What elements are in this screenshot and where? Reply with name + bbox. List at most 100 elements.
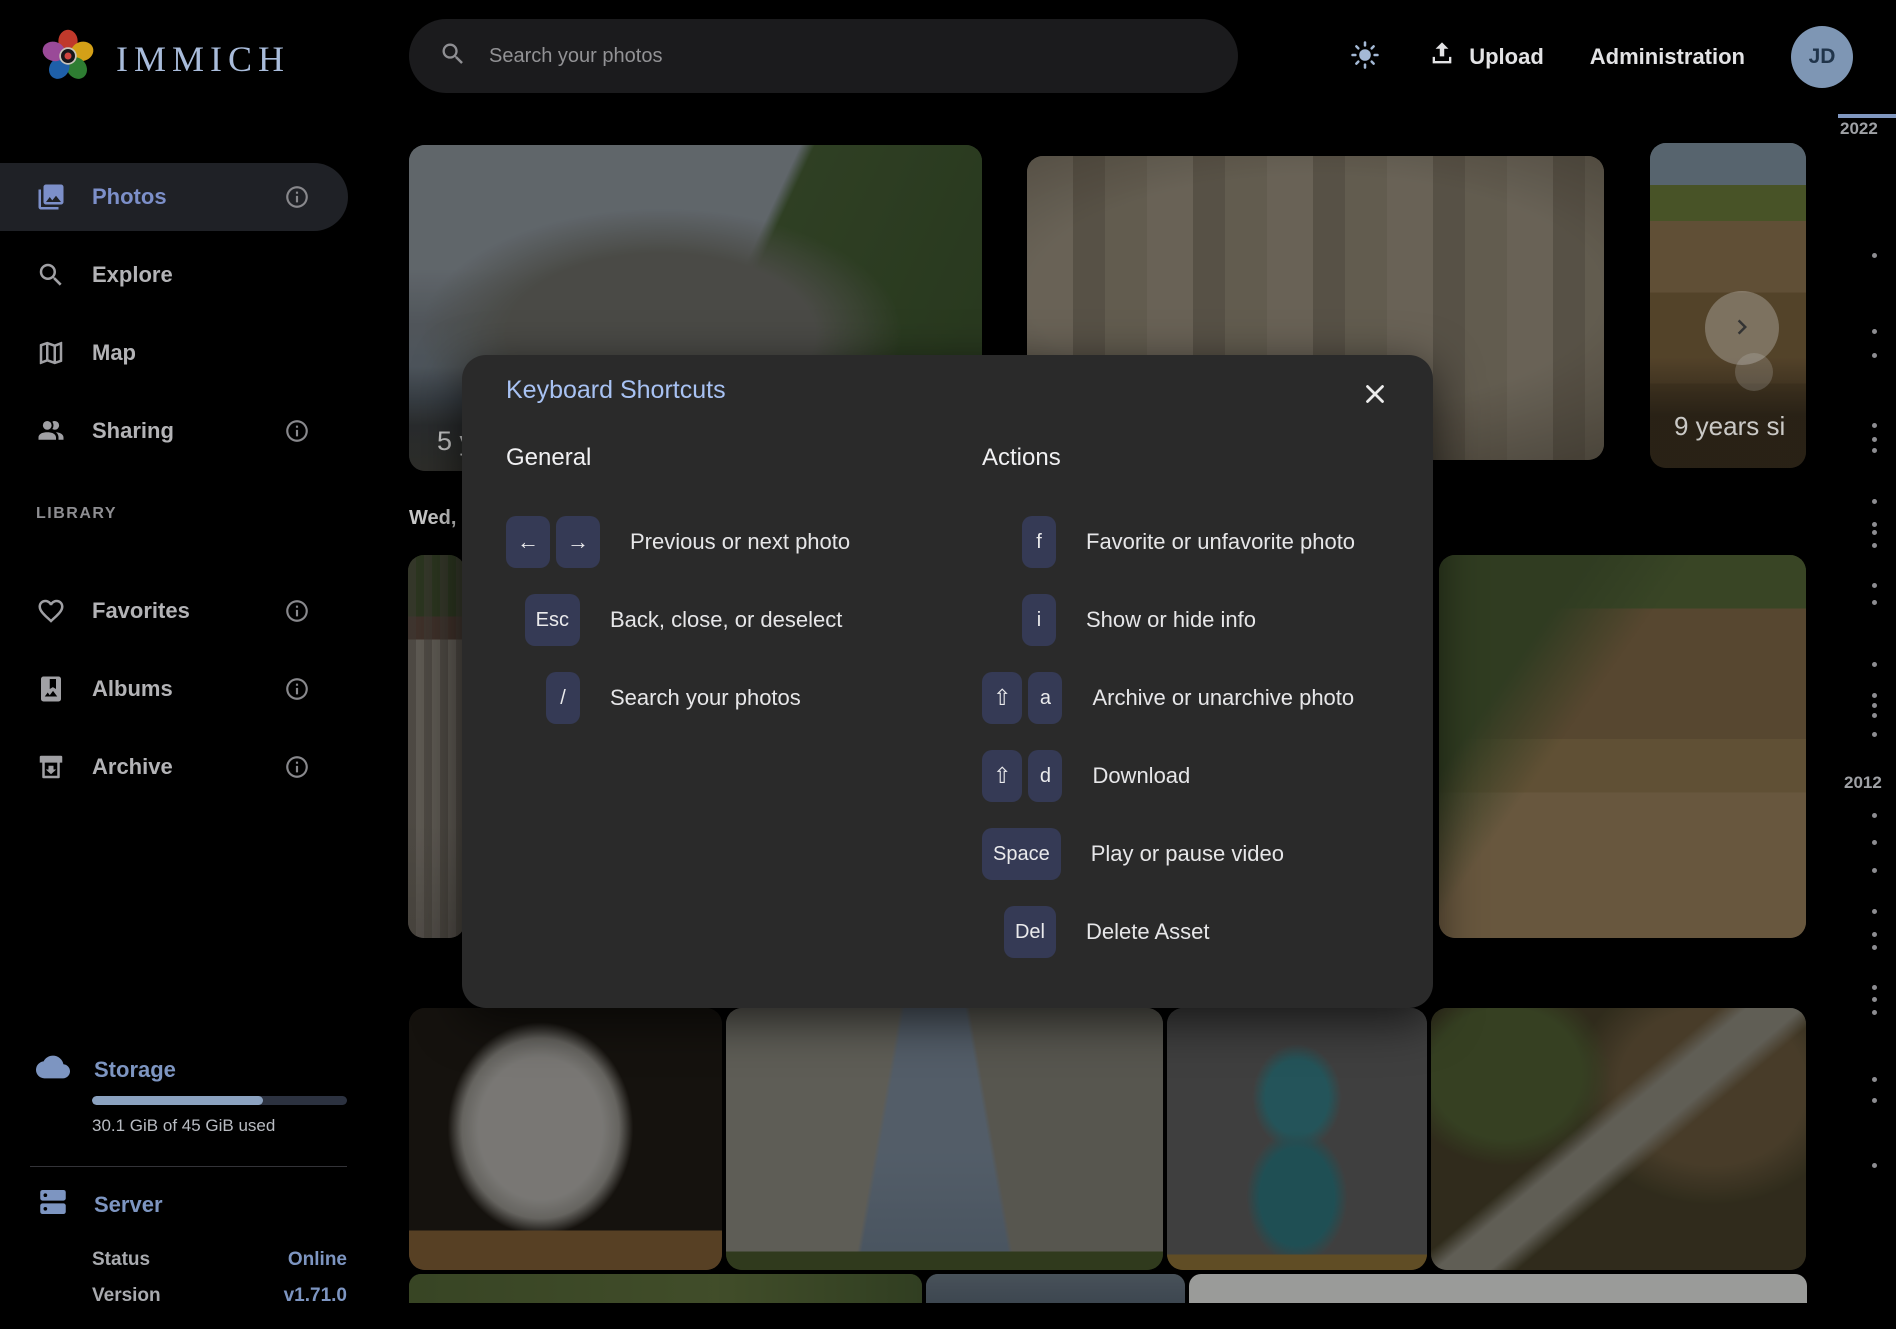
shortcut-keys: / [506, 672, 580, 724]
scrubber-position-line [1838, 114, 1896, 118]
search-input[interactable] [489, 45, 1208, 68]
info-icon[interactable] [284, 184, 310, 210]
photo-thumbnail[interactable] [1431, 1008, 1806, 1270]
logo-text: IMMICH [116, 38, 290, 80]
shortcut-row: ⇧dDownload [982, 750, 1389, 802]
keycap: ← [506, 516, 550, 568]
scrubber-dot [1872, 543, 1877, 548]
scrubber-dot [1872, 703, 1877, 708]
keycap: → [556, 516, 600, 568]
storage-usage-text: 30.1 GiB of 45 GiB used [92, 1116, 275, 1136]
scrubber-dot [1872, 1163, 1877, 1168]
memory-year-label: 9 years si [1674, 411, 1785, 442]
scrubber-dot [1872, 932, 1877, 937]
shortcut-label: Archive or unarchive photo [1092, 685, 1354, 711]
scrubber-dot [1872, 985, 1877, 990]
sidebar-item-favorites[interactable]: Favorites [0, 577, 348, 645]
sidebar-item-sharing[interactable]: Sharing [0, 397, 348, 465]
shortcut-keys: i [982, 594, 1056, 646]
scrubber-dot [1872, 253, 1877, 258]
keycap: ⇧ [982, 750, 1022, 802]
scrubber-dot [1872, 423, 1877, 428]
memory-next-button[interactable] [1705, 291, 1779, 365]
sidebar-item-map[interactable]: Map [0, 319, 348, 387]
photo-thumbnail[interactable] [1167, 1008, 1427, 1270]
heart-icon [36, 596, 66, 626]
shortcut-keys: ⇧d [982, 750, 1062, 802]
storage-progress-bar [92, 1096, 347, 1105]
scrubber-dot [1872, 945, 1877, 950]
scrubber-dot [1872, 840, 1877, 845]
map-icon [36, 338, 66, 368]
storage-progress-fill [92, 1096, 263, 1105]
shortcut-keys: ←→ [506, 516, 600, 568]
sidebar-item-albums[interactable]: Albums [0, 655, 348, 723]
scrubber-dot [1872, 713, 1877, 718]
keycap: Esc [525, 594, 580, 646]
photo-thumbnail[interactable] [409, 1008, 722, 1270]
info-icon[interactable] [284, 676, 310, 702]
sidebar-item-label: Albums [92, 676, 258, 702]
sidebar-item-photos[interactable]: Photos [0, 163, 348, 231]
shortcut-row: SpacePlay or pause video [982, 828, 1389, 880]
memory-next-sub-circle [1735, 353, 1773, 391]
search-bar[interactable] [409, 19, 1238, 93]
sidebar-item-label: Favorites [92, 598, 258, 624]
timeline-scrubber[interactable]: 2022 2012 [1808, 113, 1896, 1329]
scrubber-dot [1872, 868, 1877, 873]
server-version-label: Version [92, 1285, 161, 1307]
scrubber-dot [1872, 1098, 1877, 1103]
user-avatar[interactable]: JD [1791, 26, 1853, 88]
shortcut-columns: General←→Previous or next photoEscBack, … [506, 443, 1389, 984]
keycap: / [546, 672, 580, 724]
memory-card[interactable]: 9 years si [1650, 143, 1806, 468]
close-button[interactable] [1357, 377, 1393, 413]
info-icon[interactable] [284, 418, 310, 444]
scrubber-dot [1872, 1077, 1877, 1082]
theme-toggle-button[interactable] [1348, 38, 1382, 75]
upload-button[interactable]: Upload [1428, 40, 1544, 74]
date-group-header: Wed, [409, 507, 456, 530]
sidebar-nav-library: Favorites Albums Archive [0, 577, 348, 801]
sidebar-item-explore[interactable]: Explore [0, 241, 348, 309]
shortcut-column-heading: General [506, 443, 982, 472]
search-icon [439, 40, 467, 73]
upload-label: Upload [1469, 44, 1544, 70]
photo-thumbnail[interactable] [926, 1274, 1185, 1303]
shortcut-keys: Esc [506, 594, 580, 646]
sidebar-item-label: Archive [92, 754, 258, 780]
logo[interactable]: IMMICH [40, 28, 290, 89]
sidebar-item-label: Map [92, 340, 310, 366]
keycap: a [1028, 672, 1062, 724]
photo-thumbnail[interactable] [1439, 555, 1806, 938]
shortcut-row: ←→Previous or next photo [506, 516, 982, 568]
scrubber-dot [1872, 662, 1877, 667]
shortcut-label: Play or pause video [1091, 841, 1284, 867]
scrubber-dot [1872, 909, 1877, 914]
scrubber-dot [1872, 813, 1877, 818]
scrubber-dot [1872, 530, 1877, 535]
chevron-right-icon [1727, 312, 1757, 345]
administration-link[interactable]: Administration [1590, 44, 1745, 70]
shortcut-row: fFavorite or unfavorite photo [982, 516, 1389, 568]
sidebar-item-label: Explore [92, 262, 310, 288]
search-icon [36, 260, 66, 290]
shortcut-label: Show or hide info [1086, 607, 1256, 633]
keyboard-shortcuts-modal: Keyboard Shortcuts General←→Previous or … [462, 355, 1433, 1008]
sidebar-item-label: Photos [92, 184, 258, 210]
keycap: f [1022, 516, 1056, 568]
sidebar-item-archive[interactable]: Archive [0, 733, 348, 801]
info-icon[interactable] [284, 598, 310, 624]
keycap: ⇧ [982, 672, 1022, 724]
scrubber-dot [1872, 583, 1877, 588]
info-icon[interactable] [284, 754, 310, 780]
shortcut-label: Delete Asset [1086, 919, 1210, 945]
scrubber-dot [1872, 448, 1877, 453]
photo-thumbnail[interactable] [409, 1274, 922, 1303]
photo-thumbnail[interactable] [1189, 1274, 1807, 1303]
photo-thumbnail[interactable] [408, 555, 465, 938]
keycap: Del [1004, 906, 1056, 958]
shortcut-row: i Show or hide info [982, 594, 1389, 646]
scrubber-dot [1872, 732, 1877, 737]
photo-thumbnail[interactable] [726, 1008, 1163, 1270]
